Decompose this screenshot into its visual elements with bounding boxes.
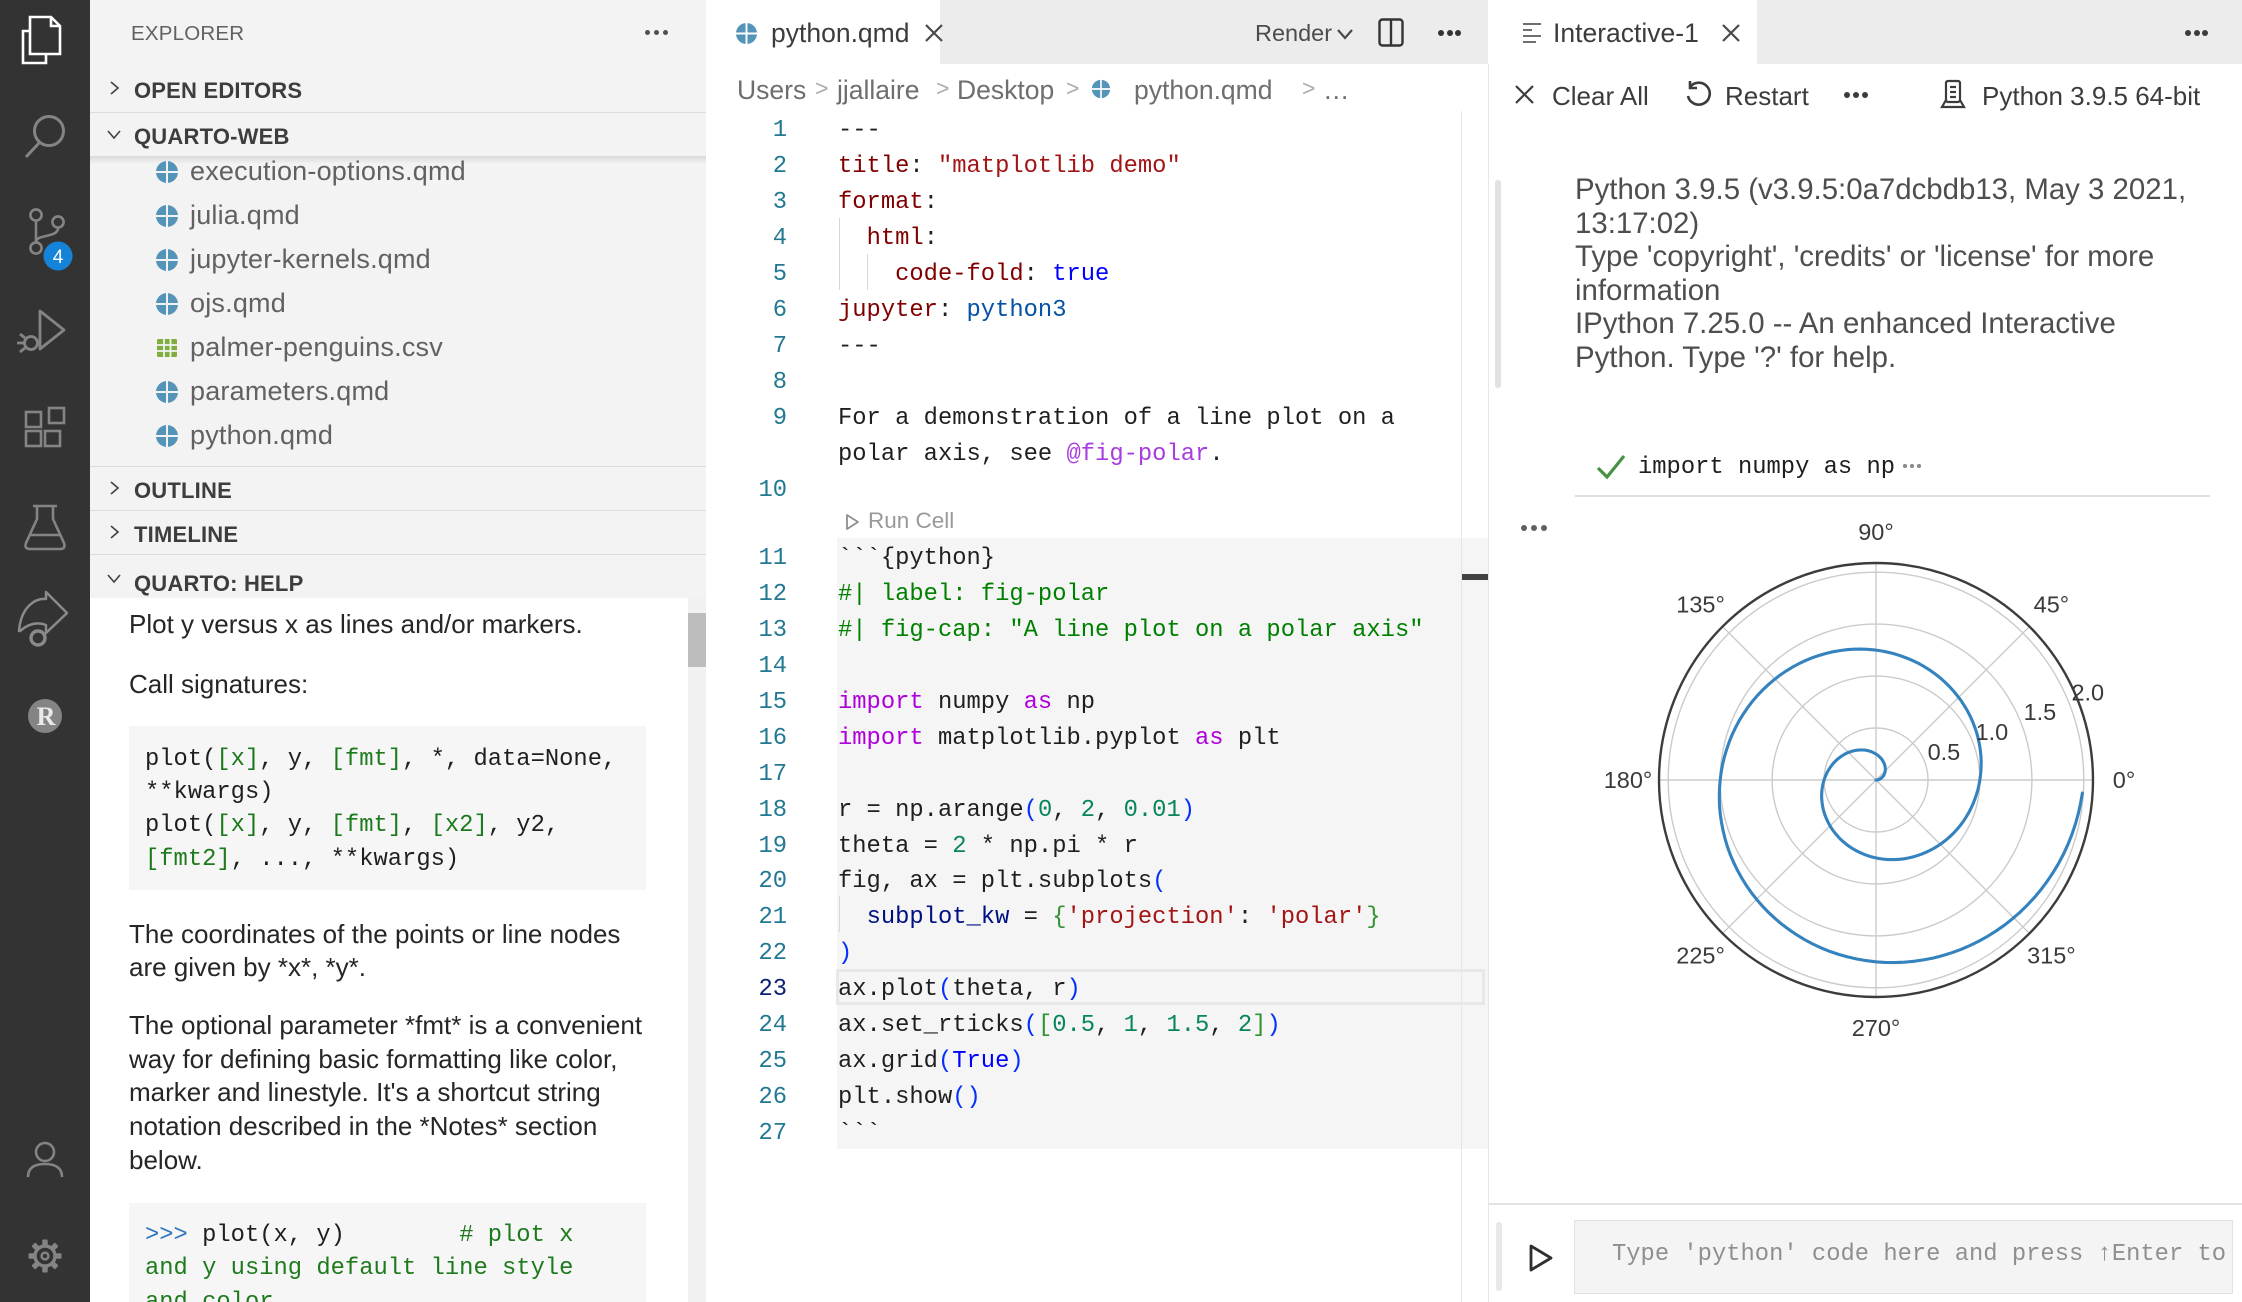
svg-text:270°: 270° [1852, 1015, 1901, 1041]
svg-text:1.5: 1.5 [2024, 699, 2057, 725]
svg-text:315°: 315° [2027, 942, 2076, 968]
svg-text:1.0: 1.0 [1976, 719, 2009, 745]
svg-text:90°: 90° [1858, 519, 1894, 545]
svg-text:180°: 180° [1604, 767, 1653, 793]
svg-text:0°: 0° [2113, 767, 2135, 793]
svg-text:45°: 45° [2034, 592, 2070, 618]
svg-text:225°: 225° [1676, 942, 1725, 968]
svg-text:2.0: 2.0 [2071, 679, 2104, 705]
svg-text:0.5: 0.5 [1928, 739, 1961, 765]
svg-text:135°: 135° [1676, 592, 1725, 618]
